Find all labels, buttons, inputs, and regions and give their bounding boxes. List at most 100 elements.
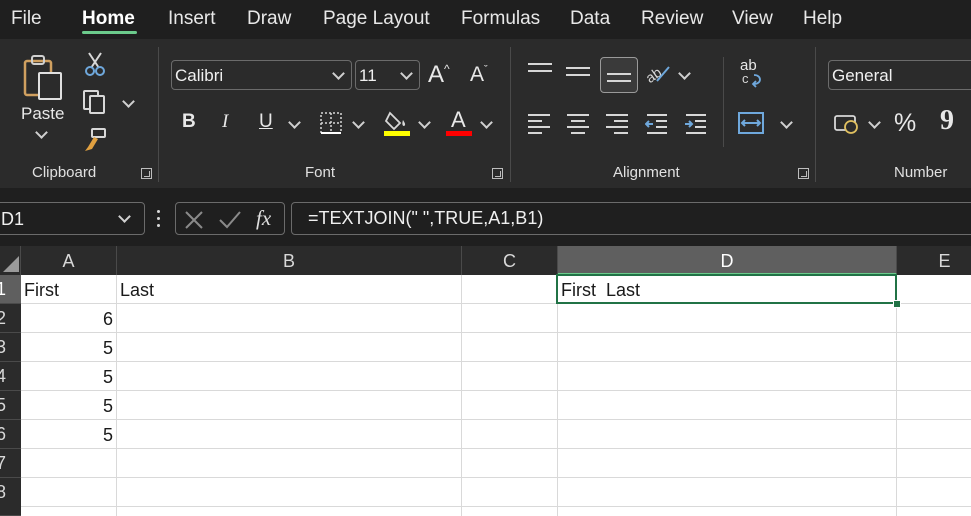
comma-style-button[interactable]: 9 <box>940 105 954 137</box>
font-name-combo[interactable]: Calibri <box>171 60 352 90</box>
bold-button[interactable]: B <box>182 111 196 133</box>
align-left-icon[interactable] <box>528 114 552 136</box>
align-right-icon[interactable] <box>606 114 630 136</box>
align-top-icon[interactable] <box>528 63 552 81</box>
menu-page-layout[interactable]: Page Layout <box>323 8 430 30</box>
font-color-swatch <box>446 131 472 136</box>
accounting-dropdown-icon[interactable] <box>868 116 881 129</box>
italic-button[interactable]: I <box>222 111 228 133</box>
select-all-corner[interactable] <box>0 246 21 275</box>
active-cell-border <box>556 274 897 304</box>
borders-icon[interactable] <box>319 111 343 140</box>
column-header-d[interactable]: D <box>558 246 897 275</box>
clipboard-launcher-icon[interactable] <box>141 168 152 179</box>
menu-review[interactable]: Review <box>641 8 703 30</box>
cell-a2[interactable]: 6 <box>21 304 113 333</box>
row-header-1[interactable]: 1 <box>0 275 21 304</box>
alignment-group-label: Alignment <box>613 164 680 181</box>
fill-handle[interactable] <box>893 300 901 308</box>
cell-b1[interactable]: Last <box>120 275 154 304</box>
paste-icon[interactable] <box>22 53 66 103</box>
row-header-8[interactable]: 8 <box>0 478 21 516</box>
row-header-5[interactable]: 5 <box>0 391 21 420</box>
orientation-icon[interactable]: ab <box>642 61 673 90</box>
align-middle-icon[interactable] <box>566 67 590 85</box>
font-launcher-icon[interactable] <box>492 168 503 179</box>
cell-a6[interactable]: 5 <box>21 420 113 449</box>
orientation-dropdown-icon[interactable] <box>678 67 691 80</box>
menu-formulas[interactable]: Formulas <box>461 8 540 30</box>
align-bottom-icon[interactable] <box>600 57 638 93</box>
menu-help[interactable]: Help <box>803 8 842 30</box>
ribbon-divider <box>815 47 816 182</box>
row-header-6[interactable]: 6 <box>0 420 21 449</box>
cell-a4[interactable]: 5 <box>21 362 113 391</box>
gridline <box>21 477 971 478</box>
active-tab-indicator <box>82 31 137 34</box>
row-header-3[interactable]: 3 <box>0 333 21 362</box>
formula-actions: fx <box>175 202 285 235</box>
number-format-combo[interactable]: General <box>828 60 971 90</box>
formula-input[interactable]: =TEXTJOIN(" ",TRUE,A1,B1) <box>291 202 971 235</box>
number-group-label: Number <box>894 164 948 181</box>
align-center-icon[interactable] <box>567 114 591 136</box>
merge-center-icon[interactable] <box>738 111 764 140</box>
insert-function-button[interactable]: fx <box>256 206 271 231</box>
increase-font-glyph: A <box>428 61 445 88</box>
formula-text: =TEXTJOIN(" ",TRUE,A1,B1) <box>308 208 544 228</box>
cancel-icon <box>185 211 203 229</box>
increase-font-size-button[interactable]: A^ <box>428 61 450 89</box>
font-size-combo[interactable]: 11 <box>355 60 420 90</box>
chevron-down-icon[interactable] <box>400 67 413 80</box>
fill-color-dropdown-icon[interactable] <box>418 116 431 129</box>
enter-icon <box>219 211 241 229</box>
cut-icon[interactable] <box>84 51 106 82</box>
cell-a5[interactable]: 5 <box>21 391 113 420</box>
row-header-2[interactable]: 2 <box>0 304 21 333</box>
column-header-c[interactable]: C <box>462 246 558 275</box>
column-header-e[interactable]: E <box>897 246 971 275</box>
gridline <box>21 419 971 420</box>
underline-dropdown-icon[interactable] <box>288 116 301 129</box>
name-box[interactable]: D1 <box>0 202 145 235</box>
menu-insert[interactable]: Insert <box>168 8 216 30</box>
percent-style-button[interactable]: % <box>894 109 916 138</box>
cell-a3[interactable]: 5 <box>21 333 113 362</box>
row-header-7[interactable]: 7 <box>0 449 21 478</box>
decrease-font-size-button[interactable]: Aˇ <box>470 63 488 87</box>
copy-icon[interactable] <box>82 89 108 120</box>
more-options-icon[interactable] <box>157 210 161 228</box>
font-color-dropdown-icon[interactable] <box>480 116 493 129</box>
gridline <box>21 390 971 391</box>
merge-dropdown-icon[interactable] <box>780 116 793 129</box>
menu-file[interactable]: File <box>11 8 42 30</box>
borders-dropdown-icon[interactable] <box>352 116 365 129</box>
menu-view[interactable]: View <box>732 8 773 30</box>
menu-draw[interactable]: Draw <box>247 8 291 30</box>
paste-button[interactable]: Paste <box>21 104 64 124</box>
font-color-button[interactable]: A <box>451 107 466 133</box>
chevron-down-icon[interactable] <box>118 210 131 223</box>
accounting-format-icon[interactable] <box>833 113 861 140</box>
copy-dropdown-icon[interactable] <box>122 95 135 108</box>
menu-data[interactable]: Data <box>570 8 610 30</box>
decrease-indent-icon[interactable] <box>644 112 669 141</box>
column-header-a[interactable]: A <box>21 246 117 275</box>
alignment-launcher-icon[interactable] <box>798 168 809 179</box>
decrease-font-glyph: A <box>470 63 485 86</box>
cell-a1[interactable]: First <box>24 275 59 304</box>
increase-indent-icon[interactable] <box>684 112 708 141</box>
menu-home[interactable]: Home <box>82 8 135 30</box>
ribbon-divider <box>158 47 159 182</box>
gridline <box>21 448 971 449</box>
gridline <box>896 275 897 516</box>
row-header-4[interactable]: 4 <box>0 362 21 391</box>
format-painter-icon[interactable] <box>82 127 108 158</box>
paste-dropdown-icon[interactable] <box>35 126 48 139</box>
column-header-b[interactable]: B <box>117 246 462 275</box>
chevron-down-icon[interactable] <box>332 67 345 80</box>
font-name-value: Calibri <box>175 66 224 85</box>
underline-button[interactable]: U <box>259 111 273 133</box>
cell-grid[interactable]: First Last First Last 6 5 5 5 5 <box>21 274 971 516</box>
fill-color-icon[interactable] <box>384 109 410 142</box>
